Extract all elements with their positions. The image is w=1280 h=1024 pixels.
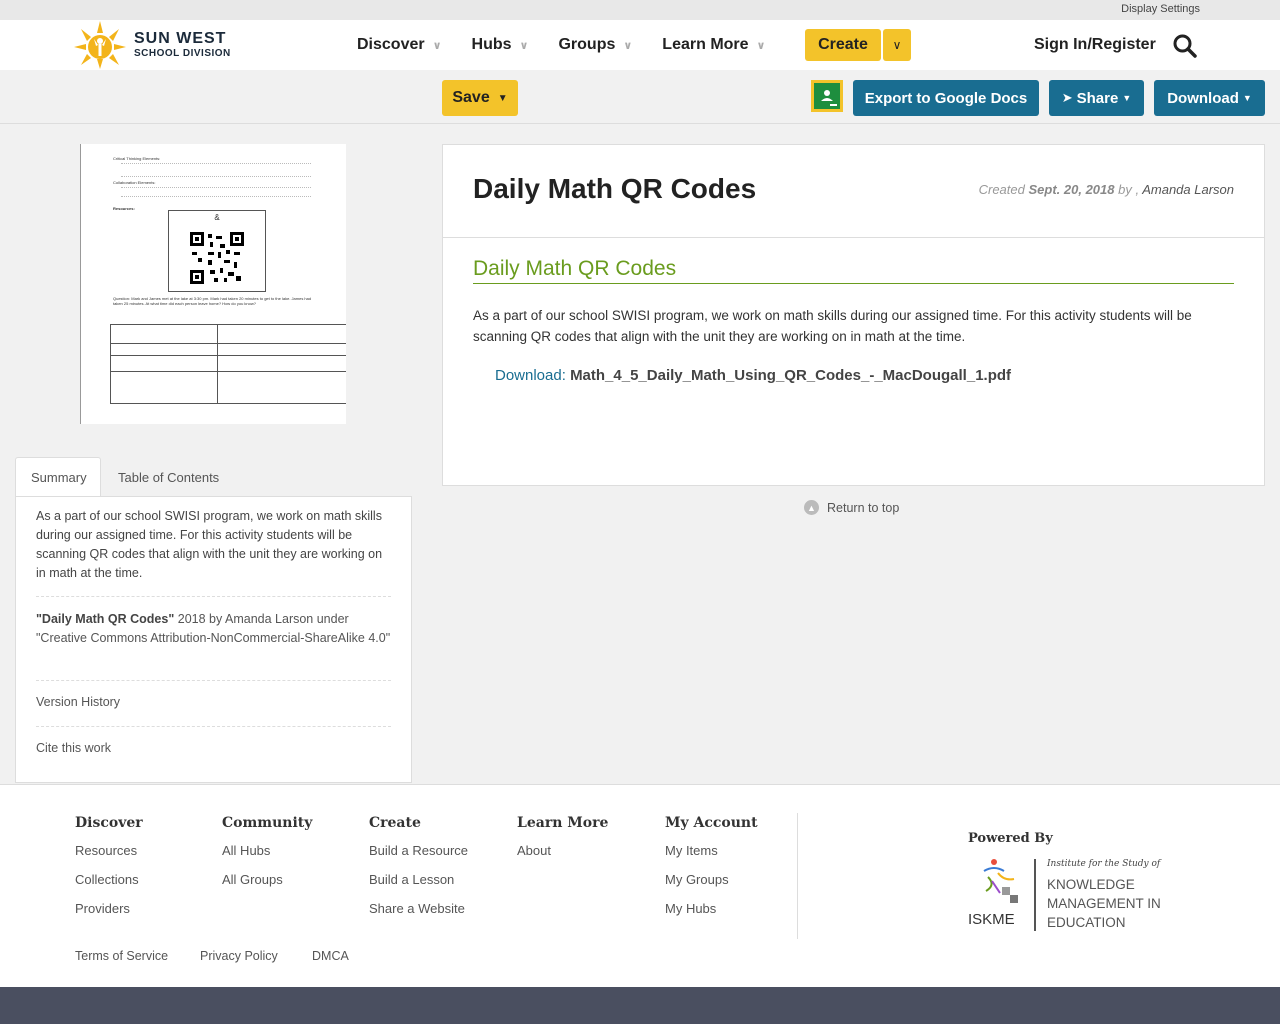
footer-create: Create Build a Resource Build a Lesson S… bbox=[369, 815, 468, 930]
download-button[interactable]: Download ▼ bbox=[1154, 80, 1265, 116]
nav-groups[interactable]: Groups ∨ bbox=[558, 36, 632, 54]
divider bbox=[36, 596, 391, 597]
thumb-bullet-lines bbox=[121, 187, 311, 197]
footer-link-build-lesson[interactable]: Build a Lesson bbox=[369, 872, 468, 891]
resource-description: As a part of our school SWISI program, w… bbox=[473, 308, 1192, 344]
footer-link-build-resource[interactable]: Build a Resource bbox=[369, 843, 468, 862]
sign-in-register-link[interactable]: Sign In/Register bbox=[1034, 36, 1156, 54]
tab-table-of-contents[interactable]: Table of Contents bbox=[103, 457, 234, 497]
footer-my-account: My Account My Items My Groups My Hubs bbox=[665, 815, 758, 930]
divider bbox=[36, 680, 391, 681]
bottom-bar bbox=[0, 987, 1280, 1024]
divider bbox=[443, 237, 1264, 238]
site-logo[interactable]: SUN WEST SCHOOL DIVISION bbox=[70, 20, 231, 70]
return-to-top-link[interactable]: ▲ Return to top bbox=[804, 500, 899, 515]
search-icon[interactable] bbox=[1172, 33, 1198, 59]
thumb-qr-box: & bbox=[168, 210, 266, 292]
save-button[interactable]: Save ▼ bbox=[442, 80, 518, 116]
author-link[interactable]: Amanda Larson bbox=[1142, 182, 1234, 197]
thumb-answer-table bbox=[110, 324, 346, 404]
download-filename: Math_4_5_Daily_Math_Using_QR_Codes_-_Mac… bbox=[570, 367, 1012, 384]
share-button[interactable]: ➤ Share ▼ bbox=[1049, 80, 1144, 116]
page-title: Daily Math QR Codes bbox=[473, 173, 757, 204]
thumb-question: Question: Mark and James met at the lake… bbox=[113, 296, 312, 306]
thumb-heading-collab: Collaboration Elements: bbox=[113, 180, 156, 185]
created-date: Sept. 20, 2018 bbox=[1028, 182, 1115, 197]
footer-dmca-link[interactable]: DMCA bbox=[312, 949, 349, 963]
resource-toolbar: Save ▼ Export to Google Docs ➤ Share ▼ Down… bbox=[0, 70, 1280, 124]
footer-link-providers[interactable]: Providers bbox=[75, 901, 143, 920]
tab-summary[interactable]: Summary bbox=[15, 457, 101, 497]
resource-content-card: Daily Math QR Codes Created Sept. 20, 20… bbox=[442, 144, 1265, 486]
divider bbox=[797, 813, 798, 939]
footer-terms-link[interactable]: Terms of Service bbox=[75, 949, 168, 963]
chevron-down-icon: ∨ bbox=[892, 38, 902, 52]
share-icon: ➤ bbox=[1061, 90, 1073, 105]
export-google-docs-button[interactable]: Export to Google Docs bbox=[853, 80, 1039, 116]
resource-meta: Created Sept. 20, 2018 by , Amanda Larso… bbox=[978, 182, 1234, 197]
summary-text: As a part of our school SWISI program, w… bbox=[36, 509, 383, 580]
footer-link-my-items[interactable]: My Items bbox=[665, 843, 758, 862]
powered-by-label: Powered By bbox=[968, 831, 1053, 846]
footer-link-about[interactable]: About bbox=[517, 843, 608, 862]
summary-panel: As a part of our school SWISI program, w… bbox=[15, 496, 412, 783]
citation-title: "Daily Math QR Codes" bbox=[36, 612, 175, 626]
thumb-resources-label: Resources: bbox=[113, 206, 135, 211]
citation: "Daily Math QR Codes" 2018 by Amanda Lar… bbox=[36, 610, 392, 648]
footer-link-share-website[interactable]: Share a Website bbox=[369, 901, 468, 920]
site-header: SUN WEST SCHOOL DIVISION Discover ∨ Hubs ∨… bbox=[0, 20, 1280, 70]
nav-hubs[interactable]: Hubs ∨ bbox=[472, 36, 529, 54]
thumb-heading-critical: Critical Thinking Elements: bbox=[113, 156, 161, 161]
footer-privacy-link[interactable]: Privacy Policy bbox=[200, 949, 278, 963]
nav-discover[interactable]: Discover ∨ bbox=[357, 36, 442, 54]
footer-discover: Discover Resources Collections Providers bbox=[75, 815, 143, 930]
qr-code-icon bbox=[190, 232, 244, 284]
divider bbox=[36, 726, 391, 727]
footer-link-collections[interactable]: Collections bbox=[75, 872, 143, 891]
download-file-link[interactable]: Download: Math_4_5_Daily_Math_Using_QR_C… bbox=[495, 367, 1011, 384]
info-tabs: Summary Table of Contents bbox=[15, 457, 412, 497]
chevron-down-icon: ∨ bbox=[756, 39, 766, 52]
footer-link-my-groups[interactable]: My Groups bbox=[665, 872, 758, 891]
version-history-link[interactable]: Version History bbox=[36, 695, 120, 709]
create-dropdown-toggle[interactable]: ∨ bbox=[883, 29, 911, 61]
caret-down-icon: ▼ bbox=[497, 92, 508, 104]
resource-thumbnail[interactable]: Critical Thinking Elements: Collaboratio… bbox=[80, 144, 346, 424]
create-button[interactable]: Create bbox=[805, 29, 881, 61]
footer-link-all-groups[interactable]: All Groups bbox=[222, 872, 312, 891]
footer-link-resources[interactable]: Resources bbox=[75, 843, 143, 862]
iskme-logo[interactable]: ISKME Institute for the Study of KNOWLED… bbox=[968, 857, 1168, 933]
footer-learn-more: Learn More About bbox=[517, 815, 608, 872]
footer-link-my-hubs[interactable]: My Hubs bbox=[665, 901, 758, 920]
thumb-bullet-lines bbox=[121, 163, 311, 177]
main-nav: Discover ∨ Hubs ∨ Groups ∨ Learn More ∨ bbox=[357, 20, 795, 70]
sun-logo-icon bbox=[74, 21, 126, 69]
nav-learn-more[interactable]: Learn More ∨ bbox=[662, 36, 765, 54]
section-title: Daily Math QR Codes bbox=[473, 257, 1234, 284]
iskme-abbr: ISKME bbox=[968, 911, 1015, 928]
chevron-down-icon: ∨ bbox=[623, 39, 633, 52]
logo-title: SUN WEST bbox=[134, 30, 227, 47]
chevron-down-icon: ∨ bbox=[432, 39, 442, 52]
logo-subtitle: SCHOOL DIVISION bbox=[134, 48, 231, 59]
google-classroom-icon[interactable] bbox=[811, 80, 843, 112]
site-footer: Discover Resources Collections Providers… bbox=[0, 784, 1280, 987]
chevron-up-icon: ▲ bbox=[804, 500, 819, 515]
caret-down-icon: ▼ bbox=[1242, 93, 1252, 103]
display-settings-link[interactable]: Display Settings bbox=[1121, 3, 1200, 15]
chevron-down-icon: ∨ bbox=[519, 39, 529, 52]
footer-community: Community All Hubs All Groups bbox=[222, 815, 312, 901]
cite-this-work-link[interactable]: Cite this work bbox=[36, 741, 111, 755]
iskme-figure-icon bbox=[983, 859, 1018, 903]
footer-link-all-hubs[interactable]: All Hubs bbox=[222, 843, 312, 862]
utility-bar: Display Settings bbox=[0, 0, 1280, 20]
caret-down-icon: ▼ bbox=[1122, 93, 1132, 103]
